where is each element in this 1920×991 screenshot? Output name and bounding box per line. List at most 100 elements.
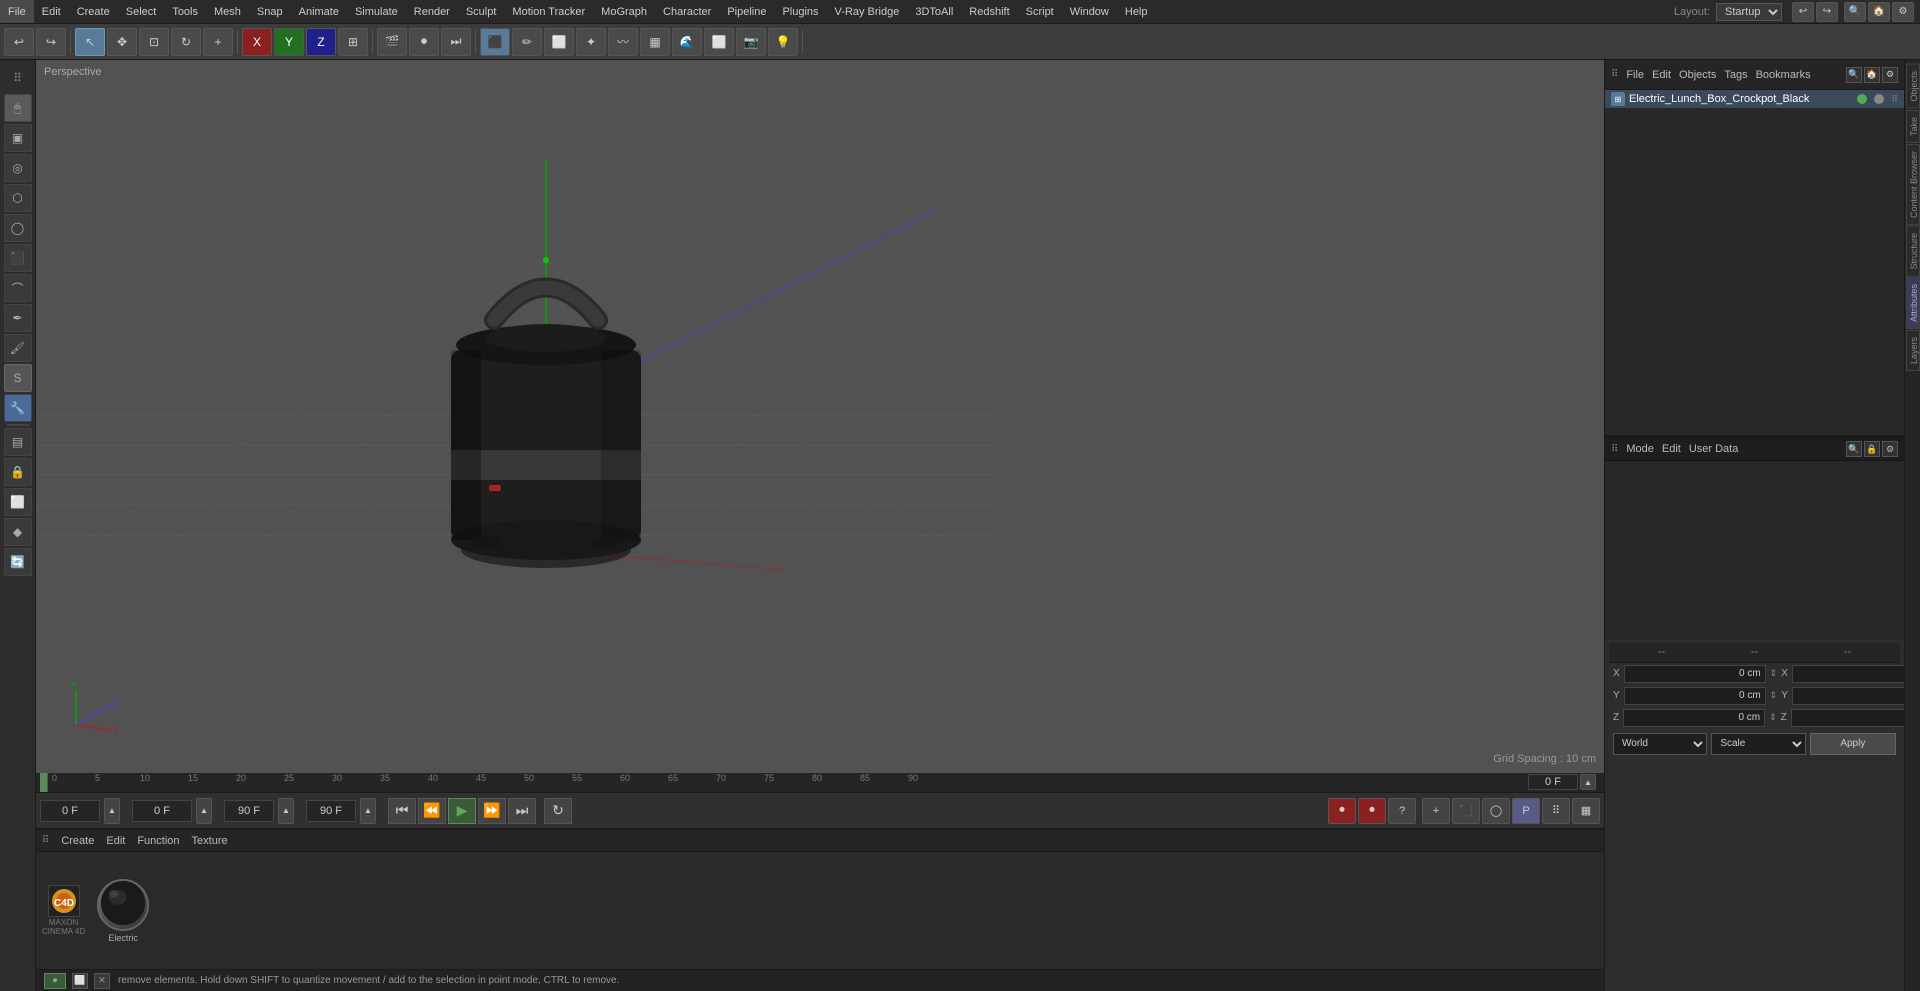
z-axis-btn[interactable]: Z	[306, 28, 336, 56]
coord-y-pos[interactable]	[1624, 687, 1766, 705]
menu-plugins[interactable]: Plugins	[774, 0, 826, 23]
sketch-btn[interactable]: ⬜	[704, 28, 734, 56]
coord-z-size[interactable]	[1791, 709, 1920, 727]
obj-btn[interactable]: ⬜	[544, 28, 574, 56]
end-frame-input[interactable]	[224, 800, 274, 822]
menu-sculpt[interactable]: Sculpt	[458, 0, 505, 23]
sidebar-select-rect[interactable]: ▣	[4, 124, 32, 152]
param-btn[interactable]: P	[1512, 798, 1540, 824]
scale-tool[interactable]: ⊡	[139, 28, 169, 56]
sidebar-poly-select[interactable]: ⬡	[4, 184, 32, 212]
coord-x-pos-arrows[interactable]: ⇕	[1770, 668, 1778, 679]
lights-btn[interactable]: ✦	[576, 28, 606, 56]
list-btn[interactable]: ▦	[1572, 798, 1600, 824]
sidebar-bottom3[interactable]: 🔄	[4, 548, 32, 576]
menu-help[interactable]: Help	[1117, 0, 1156, 23]
status-btn-2[interactable]: ⬜	[72, 973, 88, 989]
start-frame-up[interactable]: ▲	[104, 798, 120, 824]
menu-motion-tracker[interactable]: Motion Tracker	[504, 0, 593, 23]
coord-y-size[interactable]	[1792, 687, 1920, 705]
btn-home[interactable]: 🏠	[1868, 2, 1890, 22]
coord-x-pos[interactable]	[1624, 665, 1766, 683]
sidebar-bend[interactable]: ⌒	[4, 274, 32, 302]
hair-btn[interactable]: 〰	[608, 28, 638, 56]
film-btn[interactable]: 🎬	[377, 28, 407, 56]
sidebar-loop[interactable]: ◯	[4, 214, 32, 242]
tab-content-browser[interactable]: Content Browser	[1906, 144, 1920, 225]
go-end-btn[interactable]: ⏭	[508, 798, 536, 824]
coord-btn[interactable]: ⊞	[338, 28, 368, 56]
menu-select[interactable]: Select	[118, 0, 165, 23]
bp-menu-texture[interactable]: Texture	[192, 835, 228, 847]
coord-z-pos-arrows[interactable]: ⇕	[1769, 712, 1777, 723]
auto-btn[interactable]: ⏭	[441, 28, 471, 56]
menu-script[interactable]: Script	[1018, 0, 1062, 23]
apply-button[interactable]: Apply	[1810, 733, 1896, 755]
motion-btn[interactable]: ◯	[1482, 798, 1510, 824]
attr-settings-icon[interactable]: ⚙	[1882, 441, 1898, 457]
frame-up-btn[interactable]: ▲	[1580, 774, 1596, 790]
undo-btn[interactable]: ↩	[4, 28, 34, 56]
obj-options-icon[interactable]: ⠿	[1891, 94, 1898, 105]
play-btn[interactable]: ▶	[448, 798, 476, 824]
front-view[interactable]: ⬛	[480, 28, 510, 56]
from-frame-up[interactable]: ▲	[196, 798, 212, 824]
record-btn[interactable]: ⏺	[409, 28, 439, 56]
tab-attributes[interactable]: Attributes	[1906, 277, 1920, 329]
rp-menu-tags[interactable]: Tags	[1724, 69, 1747, 81]
attr-search-icon[interactable]: 🔍	[1846, 441, 1862, 457]
world-select[interactable]: World	[1613, 733, 1707, 755]
menu-edit[interactable]: Edit	[34, 0, 69, 23]
sidebar-magnet[interactable]: 🔧	[4, 394, 32, 422]
start-frame-input[interactable]: 0 F	[40, 800, 100, 822]
camera-btn[interactable]: 📷	[736, 28, 766, 56]
bp-menu-function[interactable]: Function	[137, 835, 179, 847]
btn-settings[interactable]: ⚙	[1892, 2, 1914, 22]
menu-tools[interactable]: Tools	[164, 0, 206, 23]
coord-x-size[interactable]	[1792, 665, 1920, 683]
help-btn[interactable]: ?	[1388, 798, 1416, 824]
menu-pipeline[interactable]: Pipeline	[719, 0, 774, 23]
menu-mesh[interactable]: Mesh	[206, 0, 249, 23]
btn-redo-global[interactable]: ↪	[1816, 2, 1838, 22]
obj-settings-icon[interactable]: ⚙	[1882, 67, 1898, 83]
dots-btn[interactable]: ⠿	[1542, 798, 1570, 824]
tab-layers[interactable]: Layers	[1906, 330, 1920, 371]
visibility-dot-editor[interactable]	[1857, 94, 1867, 104]
status-btn-3[interactable]: ✕	[94, 973, 110, 989]
y-axis-btn[interactable]: Y	[274, 28, 304, 56]
status-btn-1[interactable]: ⏺	[44, 973, 66, 989]
paint-btn[interactable]: ✏	[512, 28, 542, 56]
tab-structure[interactable]: Structure	[1906, 226, 1920, 277]
sidebar-layers[interactable]: ▤	[4, 428, 32, 456]
sidebar-cube[interactable]: ⬛	[4, 244, 32, 272]
tab-take[interactable]: Take	[1906, 110, 1920, 143]
object-entry-crockpot[interactable]: ⊞ Electric_Lunch_Box_Crockpot_Black ⠿	[1605, 90, 1904, 108]
scale-select[interactable]: Scale	[1711, 733, 1805, 755]
rotate-tool[interactable]: ↻	[171, 28, 201, 56]
rp-menu-file[interactable]: File	[1626, 69, 1644, 81]
attr-lock-icon[interactable]: 🔒	[1864, 441, 1880, 457]
attr-menu-mode[interactable]: Mode	[1626, 443, 1654, 455]
current-frame-right-input[interactable]	[1528, 774, 1578, 790]
to-frame-up[interactable]: ▲	[360, 798, 376, 824]
transform-tool[interactable]: +	[203, 28, 233, 56]
rp-menu-bookmarks[interactable]: Bookmarks	[1756, 69, 1811, 81]
visibility-dot-render[interactable]	[1874, 94, 1884, 104]
spline-btn[interactable]: 🌊	[672, 28, 702, 56]
btn-undo-global[interactable]: ↩	[1792, 2, 1814, 22]
sidebar-bottom1[interactable]: ⬜	[4, 488, 32, 516]
to-frame-input[interactable]	[306, 800, 356, 822]
obj-filter-icon[interactable]: 🏠	[1864, 67, 1880, 83]
from-frame-input[interactable]	[132, 800, 192, 822]
move-tool[interactable]: ✥	[107, 28, 137, 56]
menu-file[interactable]: File	[0, 0, 34, 23]
x-axis-btn[interactable]: X	[242, 28, 272, 56]
next-frame-btn[interactable]: ⏩	[478, 798, 506, 824]
sidebar-paint[interactable]: 🖌	[4, 334, 32, 362]
menu-render[interactable]: Render	[406, 0, 458, 23]
rp-menu-edit[interactable]: Edit	[1652, 69, 1671, 81]
viewport[interactable]: ⠿ View Cameras Display Options Filter Pa…	[36, 60, 1604, 773]
menu-window[interactable]: Window	[1062, 0, 1117, 23]
menu-redshift[interactable]: Redshift	[961, 0, 1017, 23]
